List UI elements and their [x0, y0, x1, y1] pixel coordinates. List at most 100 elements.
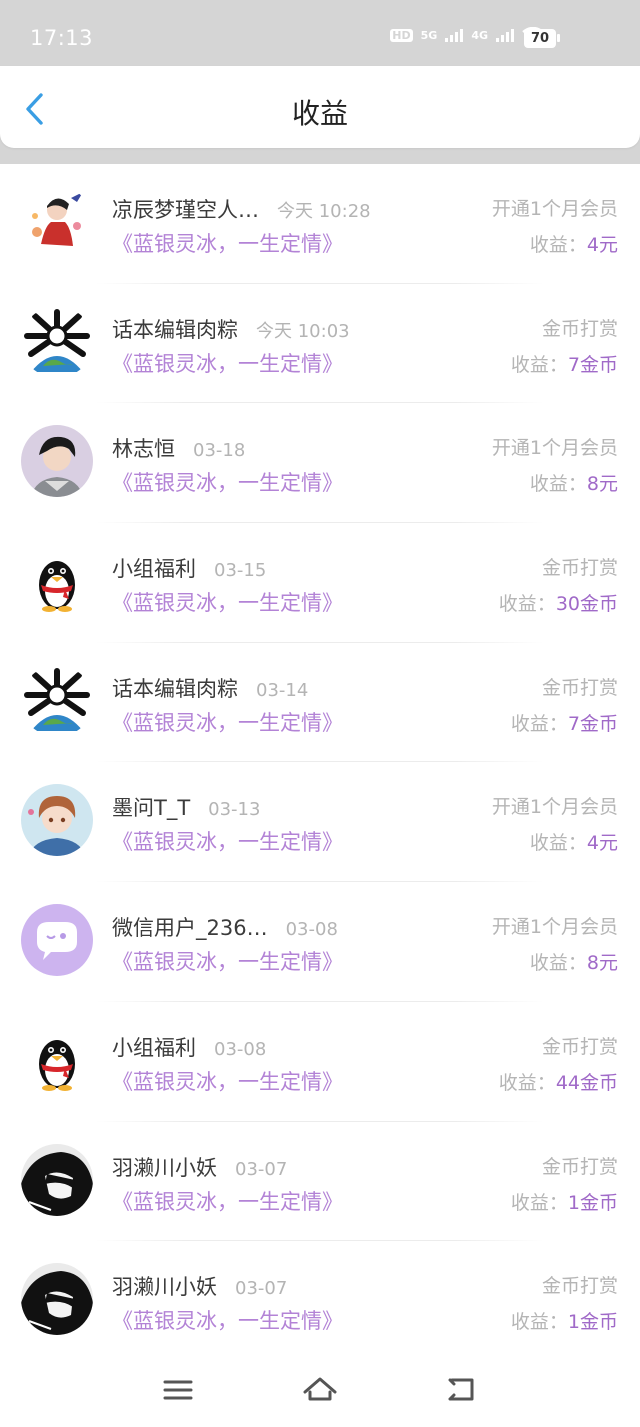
book-title[interactable]: 《蓝银灵冰，一生定情》: [112, 826, 343, 856]
signal-icon: [445, 28, 464, 42]
income-label: 收益：: [510, 712, 568, 735]
record-time: 今天 10:28: [277, 201, 371, 222]
hd-icon: HD: [390, 28, 413, 42]
4g-label: 4G: [471, 28, 488, 42]
income-type: 金币打赏: [541, 1035, 618, 1058]
record-time: 03-15: [214, 560, 267, 582]
income-amount: 收益：44金币: [499, 1068, 618, 1095]
return-icon: [448, 1378, 474, 1401]
book-title[interactable]: 《蓝银灵冰，一生定情》: [112, 228, 343, 258]
home-icon: [303, 1377, 337, 1401]
battery-tip: [557, 34, 560, 42]
income-value: 4元: [586, 234, 618, 256]
avatar[interactable]: [21, 305, 93, 378]
income-label: 收益：: [510, 1191, 568, 1214]
book-title[interactable]: 《蓝银灵冰，一生定情》: [112, 467, 343, 497]
income-value: 8元: [586, 952, 618, 975]
user-name: 小组福利: [112, 1035, 196, 1060]
income-type: 金币打赏: [541, 317, 618, 340]
income-record-row[interactable]: 小组福利 03-15 《蓝银灵冰，一生定情》 金币打赏 收益：30金币: [0, 523, 640, 643]
income-value: 7金币: [567, 712, 618, 735]
income-amount: 收益：8元: [530, 469, 618, 496]
signal-icon-2: [496, 28, 514, 42]
name-line: 羽濑川小妖 03-07: [112, 1152, 287, 1182]
income-label: 收益：: [529, 473, 587, 496]
system-nav-bar: [0, 1350, 640, 1427]
income-label: 收益：: [529, 234, 587, 256]
name-line: 微信用户_236… 03-08: [112, 912, 338, 942]
name-line: 小组福利 03-15: [112, 553, 266, 583]
income-label: 收益：: [529, 952, 587, 975]
income-amount: 收益：1金币: [511, 1307, 618, 1334]
income-record-row[interactable]: 墨问T_T 03-13 《蓝银灵冰，一生定情》 开通1个月会员 收益：4元: [0, 762, 640, 883]
income-type: 金币打赏: [541, 557, 618, 580]
income-type: 金币打赏: [541, 1155, 618, 1178]
book-title[interactable]: 《蓝银灵冰，一生定情》: [112, 707, 343, 737]
income-record-row[interactable]: 凉辰梦瑾空人… 今天 10:28 《蓝银灵冰，一生定情》 开通1个月会员收益：4元: [0, 164, 640, 284]
income-amount: 收益：4元: [530, 230, 618, 257]
avatar[interactable]: [21, 1143, 93, 1216]
5g-label: 5G: [420, 28, 438, 42]
income-record-row[interactable]: 微信用户_236… 03-08 《蓝银灵冰，一生定情》 开通1个月会员收益：8元: [0, 882, 640, 1002]
income-type: 开通1个月会员: [491, 916, 618, 939]
name-line: 话本编辑肉粽 今天 10:03: [112, 314, 350, 344]
name-line: 小组福利 03-08: [112, 1032, 266, 1062]
book-title[interactable]: 《蓝银灵冰，一生定情》: [112, 587, 343, 617]
income-label: 收益：: [510, 353, 568, 376]
back-nav-button[interactable]: [442, 1370, 482, 1410]
avatar[interactable]: [21, 1263, 93, 1336]
record-time: 03-08: [214, 1038, 267, 1060]
user-name: 话本编辑肉粽: [112, 676, 238, 701]
book-title[interactable]: 《蓝银灵冰，一生定情》: [112, 1186, 343, 1216]
home-button[interactable]: [300, 1370, 340, 1410]
book-title[interactable]: 《蓝银灵冰，一生定情》: [112, 1305, 343, 1335]
income-amount: 收益：7金币: [511, 350, 618, 377]
avatar[interactable]: [21, 784, 93, 857]
record-time: 03-18: [193, 440, 246, 462]
income-type: 开通1个月会员: [491, 198, 618, 220]
book-title[interactable]: 《蓝银灵冰，一生定情》: [112, 348, 343, 378]
avatar[interactable]: [21, 664, 93, 737]
income-value: 1金币: [567, 1311, 618, 1334]
income-record-row[interactable]: 话本编辑肉粽 今天 10:03 《蓝银灵冰，一生定情》 金币打赏收益：7金币: [0, 284, 640, 404]
user-name: 凉辰梦瑾空人…: [112, 198, 259, 222]
income-record-row[interactable]: 羽濑川小妖 03-07 《蓝银灵冰，一生定情》 金币打赏收益：1金币: [0, 1241, 640, 1361]
avatar[interactable]: [21, 186, 93, 258]
income-record-row[interactable]: 林志恒 03-18 《蓝银灵冰，一生定情》 开通1个月会员 收益：8元: [0, 403, 640, 524]
avatar[interactable]: [21, 904, 93, 977]
income-record-row[interactable]: 羽濑川小妖 03-07 《蓝银灵冰，一生定情》 金币打赏收益：1金币: [0, 1122, 640, 1242]
income-type: 金币打赏: [541, 676, 618, 699]
income-value: 8元: [586, 473, 618, 496]
income-amount: 收益：1金币: [511, 1188, 618, 1215]
record-time: 03-08: [285, 919, 338, 941]
menu-icon: [163, 1380, 193, 1400]
income-label: 收益：: [498, 1071, 556, 1094]
income-value: 7金币: [567, 353, 618, 376]
income-value: 44金币: [555, 1071, 618, 1094]
user-name: 墨问T_T: [112, 796, 191, 821]
status-time: 17:13: [30, 26, 94, 50]
name-line: 林志恒 03-18: [112, 433, 245, 463]
status-icons: HD 5G 4G: [390, 27, 544, 43]
avatar[interactable]: [21, 1023, 93, 1096]
income-type: 金币打赏: [541, 1275, 618, 1298]
menu-button[interactable]: [158, 1370, 198, 1410]
record-time: 03-14: [256, 679, 309, 701]
income-record-row[interactable]: 小组福利 03-08 《蓝银灵冰，一生定情》 金币打赏收益：44金币: [0, 1002, 640, 1122]
user-name: 羽濑川小妖: [112, 1155, 217, 1180]
name-line: 话本编辑肉粽 03-14: [112, 673, 308, 703]
record-time: 03-13: [208, 799, 261, 821]
user-name: 林志恒: [112, 437, 175, 462]
income-record-row[interactable]: 话本编辑肉粽 03-14 《蓝银灵冰，一生定情》 金币打赏收益：7金币: [0, 643, 640, 763]
name-line: 羽濑川小妖 03-07: [112, 1271, 287, 1301]
record-time: 今天 10:03: [256, 320, 350, 342]
income-label: 收益：: [498, 593, 556, 616]
income-label: 收益：: [510, 1311, 568, 1334]
income-amount: 收益：7金币: [511, 709, 618, 736]
avatar[interactable]: [21, 545, 93, 618]
battery-indicator: 70: [524, 29, 556, 48]
income-amount: 收益：8元: [530, 948, 618, 975]
avatar[interactable]: [21, 425, 93, 498]
book-title[interactable]: 《蓝银灵冰，一生定情》: [112, 946, 343, 976]
book-title[interactable]: 《蓝银灵冰，一生定情》: [112, 1066, 343, 1096]
